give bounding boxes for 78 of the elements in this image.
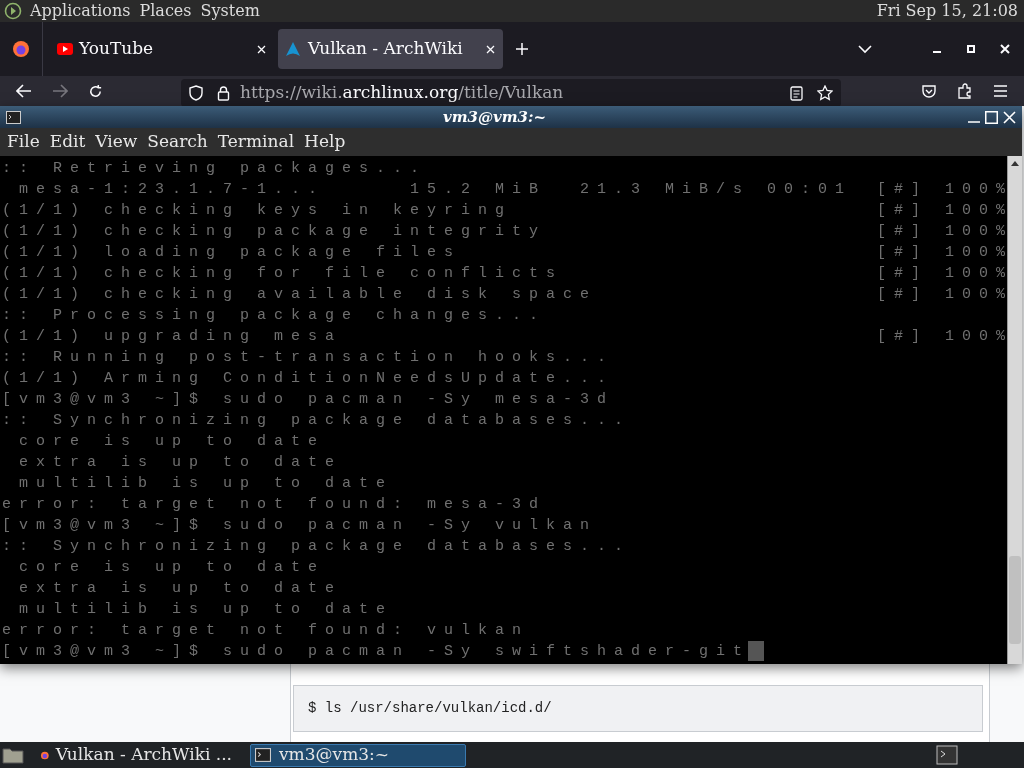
progress-text: [#] 100%	[877, 180, 1013, 200]
terminal-line: :: Synchronizing package databases...	[2, 537, 632, 557]
terminal-icon[interactable]	[936, 745, 958, 765]
reader-view-icon[interactable]	[790, 85, 803, 101]
progress-text: [#] 100%	[877, 222, 1013, 242]
panel-menu-item[interactable]: Applications	[30, 0, 131, 23]
close-icon[interactable]	[486, 44, 495, 54]
reload-icon[interactable]	[88, 83, 103, 99]
terminal-line: multilib is up to date	[18, 474, 394, 494]
scroll-up-icon[interactable]	[1011, 161, 1019, 166]
scrollbar-thumb[interactable]	[1009, 556, 1021, 644]
terminal-line: (1/1) checking for file conflicts	[2, 264, 564, 284]
maximize-icon[interactable]	[985, 110, 998, 124]
taskbar-button[interactable]: vm3@vm3:~	[250, 743, 466, 767]
lock-icon	[217, 85, 230, 101]
close-icon[interactable]	[257, 44, 266, 54]
shield-icon	[189, 85, 203, 101]
terminal-line: [vm3@vm3 ~]$ sudo pacman -Sy vulkan	[2, 516, 598, 536]
terminal-icon	[6, 110, 21, 124]
browser-logo-icon[interactable]	[11, 39, 31, 59]
progress-text: [#] 100%	[877, 285, 1013, 305]
scrollbar[interactable]	[1007, 156, 1022, 664]
progress-text: [#] 100%	[877, 201, 1013, 221]
close-icon[interactable]	[1000, 44, 1010, 54]
maximize-icon[interactable]	[967, 45, 975, 53]
terminal-line: [vm3@vm3 ~]$ sudo pacman -Sy mesa-3d	[2, 390, 615, 410]
close-icon[interactable]	[1003, 110, 1016, 124]
clock[interactable]: Fri Sep 15, 21:08	[876, 0, 1018, 23]
terminal-line: extra is up to date	[18, 453, 343, 473]
terminal-line: [vm3@vm3 ~]$ sudo pacman -Sy swiftshader-git	[2, 642, 751, 662]
code-block: $ ls /usr/share/vulkan/icd.d/	[293, 685, 983, 732]
taskbar-button[interactable]: Vulkan - ArchWiki ...	[36, 743, 236, 767]
terminal-line: :: Retrieving packages...	[2, 159, 428, 179]
folder-icon[interactable]	[2, 746, 24, 764]
menu-item[interactable]: File	[7, 129, 40, 155]
chevron-down-icon[interactable]	[858, 44, 872, 54]
new-tab-icon[interactable]	[515, 42, 529, 56]
terminal-icon	[255, 748, 271, 762]
url-field[interactable]: https://wiki.archlinux.org/title/Vulkan	[181, 79, 841, 107]
terminal-line: (1/1) checking package integrity	[2, 222, 547, 242]
progress-text: [#] 100%	[877, 264, 1013, 284]
window-title: vm3@vm3:~	[441, 106, 548, 128]
terminal-line: core is up to date	[18, 558, 326, 578]
menu-logo-icon[interactable]	[4, 2, 22, 20]
terminal-line: core is up to date	[18, 432, 326, 452]
terminal-line: :: Synchronizing package databases...	[2, 411, 632, 431]
terminal-line: (1/1) checking available disk space	[2, 285, 598, 305]
terminal-line: (1/1) Arming ConditionNeedsUpdate...	[2, 369, 615, 389]
terminal-line: (1/1) upgrading mesa	[2, 327, 343, 347]
pocket-icon[interactable]	[921, 83, 937, 99]
menu-item[interactable]: Terminal	[217, 129, 295, 155]
menu-item[interactable]: Help	[304, 129, 346, 155]
menu-item[interactable]: View	[95, 129, 138, 155]
terminal-line: (1/1) checking keys in keyring	[2, 201, 513, 221]
play-icon	[57, 43, 73, 55]
back-icon[interactable]	[16, 84, 32, 98]
terminal-line: multilib is up to date	[18, 600, 394, 620]
url-text: https://wiki.archlinux.org/title/Vulkan	[240, 81, 564, 105]
puzzle-icon[interactable]	[957, 83, 973, 99]
forward-icon[interactable]	[52, 84, 68, 98]
progress-text: [#] 100%	[877, 243, 1013, 263]
terminal-line: error: target not found: mesa-3d	[2, 495, 547, 515]
terminal-line: error: target not found: vulkan	[2, 621, 530, 641]
triangle-logo-icon	[286, 42, 300, 56]
browser-tab[interactable]: Vulkan - ArchWiki	[278, 29, 503, 69]
menu-item[interactable]: Edit	[49, 129, 86, 155]
menu-icon[interactable]	[993, 85, 1008, 97]
browser-tab[interactable]: YouTube	[49, 29, 274, 69]
panel-menu-item[interactable]: Places	[139, 0, 192, 23]
terminal-line: extra is up to date	[18, 579, 343, 599]
terminal-line: :: Processing package changes...	[2, 306, 547, 326]
terminal-line: :: Running post-transaction hooks...	[2, 348, 615, 368]
progress-text: [#] 100%	[877, 327, 1013, 347]
menu-item[interactable]: Search	[147, 129, 208, 155]
terminal-line: (1/1) loading package files	[2, 243, 462, 263]
star-icon[interactable]	[817, 85, 833, 101]
terminal-line: mesa-1:23.1.7-1... 15.2 MiB 21.3 MiB/s 00:01	[18, 180, 853, 200]
panel-menu-item[interactable]: System	[200, 0, 260, 23]
